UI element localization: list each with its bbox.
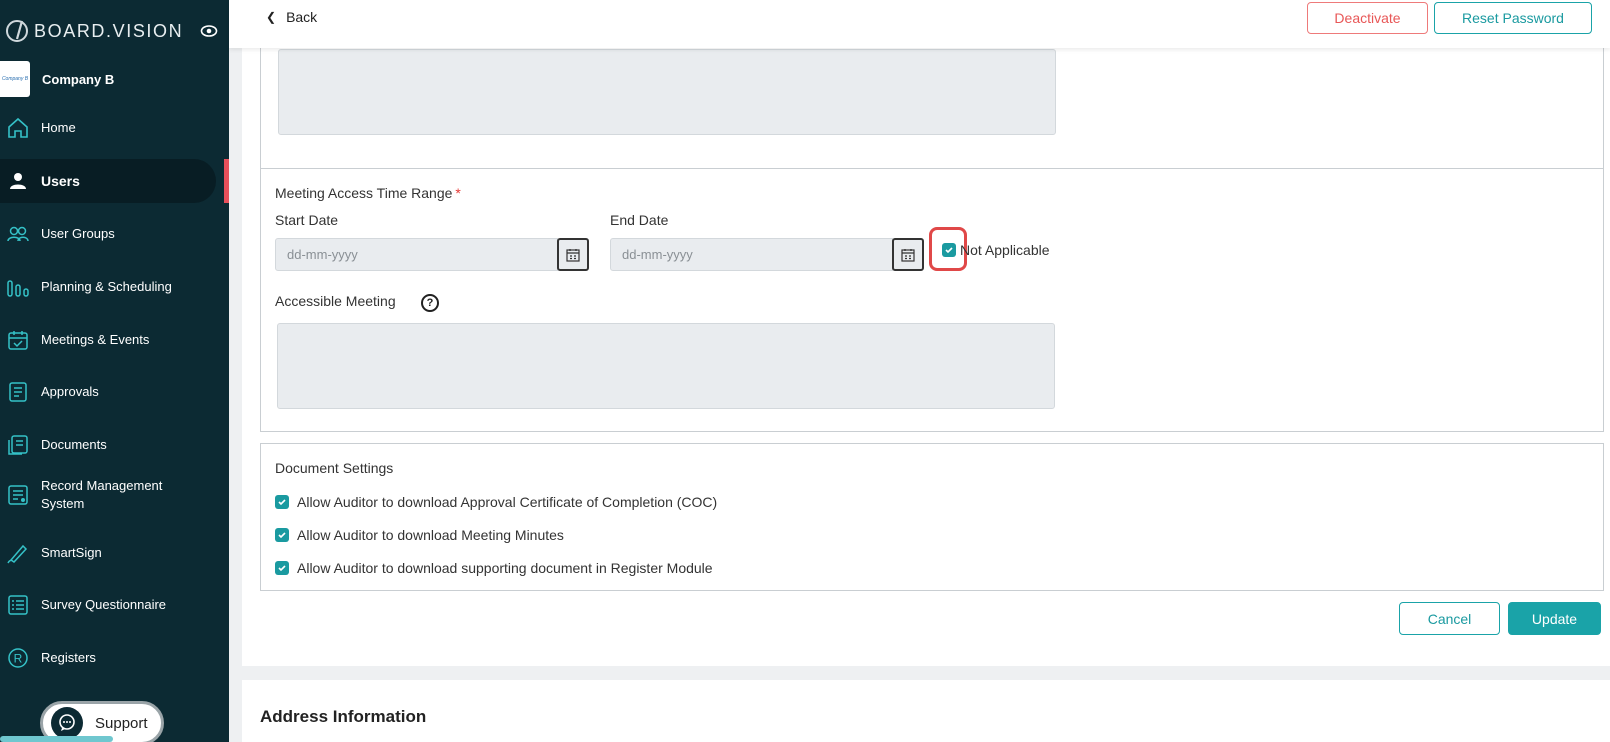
end-calendar-button[interactable] [892, 238, 924, 271]
calendar-icon [901, 248, 915, 262]
meeting-access-card: Meeting Access Time Range * Start Date En… [260, 168, 1604, 432]
brand[interactable]: BOARD.VISION [4, 18, 183, 44]
main-panel: Meeting Access Time Range * Start Date En… [242, 46, 1610, 666]
chevron-left-icon: ❮ [266, 10, 277, 24]
not-applicable-label: Not Applicable [960, 242, 1050, 258]
sidebar: BOARD.VISION Company B Company B Home Us… [0, 0, 229, 742]
documents-icon [6, 433, 30, 457]
survey-icon [6, 593, 30, 617]
start-calendar-button[interactable] [557, 238, 589, 271]
document-icon [6, 380, 30, 404]
document-settings-card: Document Settings Allow Auditor to downl… [260, 443, 1604, 591]
end-date-input[interactable]: dd-mm-yyyy [610, 238, 893, 271]
update-button[interactable]: Update [1508, 602, 1601, 635]
sidebar-item-label: Documents [41, 437, 107, 452]
allow-minutes-label: Allow Auditor to download Meeting Minute… [297, 527, 564, 543]
eye-toggle-icon[interactable] [200, 24, 218, 38]
accessible-meeting-textarea[interactable] [277, 323, 1055, 409]
sidebar-scrollbar[interactable] [0, 736, 113, 742]
support-label: Support [95, 714, 148, 732]
brand-name: BOARD.VISION [34, 20, 184, 41]
sidebar-item-label: Survey Questionnaire [41, 597, 167, 612]
sidebar-item-label: Record Management System [41, 478, 163, 511]
address-section: Address Information [242, 680, 1610, 742]
record-icon [6, 483, 30, 507]
company-switcher[interactable]: Company B Company B [0, 61, 114, 97]
help-icon[interactable]: ? [421, 294, 439, 312]
reset-password-button[interactable]: Reset Password [1434, 2, 1592, 34]
brand-logo-icon [6, 20, 28, 42]
allow-coc-label: Allow Auditor to download Approval Certi… [297, 494, 718, 510]
home-icon [6, 116, 30, 140]
sidebar-item-label: Registers [41, 650, 96, 665]
bar-chart-icon [6, 275, 30, 299]
calendar-check-icon [6, 328, 30, 352]
previous-textarea[interactable] [278, 49, 1056, 135]
user-groups-icon [6, 222, 30, 246]
top-header: ❮ Back Deactivate Reset Password [229, 0, 1610, 48]
back-label: Back [286, 9, 318, 25]
not-applicable-checkbox[interactable] [942, 243, 956, 257]
allow-supporting-doc-checkbox[interactable] [275, 561, 289, 575]
company-name: Company B [42, 71, 115, 87]
sidebar-item-label: Meetings & Events [41, 332, 150, 347]
back-button[interactable]: ❮ Back [266, 9, 317, 25]
svg-text:R: R [14, 652, 23, 666]
sidebar-item-label: SmartSign [41, 545, 102, 560]
allow-coc-checkbox[interactable] [275, 495, 289, 509]
start-date-input[interactable]: dd-mm-yyyy [275, 238, 558, 271]
chat-bubble-icon [51, 707, 83, 739]
sidebar-item-label: User Groups [41, 226, 115, 241]
address-title: Address Information [260, 707, 427, 726]
sidebar-item-label: Planning & Scheduling [41, 279, 172, 294]
document-settings-title: Document Settings [275, 460, 394, 476]
start-date-label: Start Date [275, 212, 339, 228]
sidebar-item-label: Home [41, 120, 76, 135]
allow-minutes-checkbox[interactable] [275, 528, 289, 542]
deactivate-button[interactable]: Deactivate [1307, 2, 1428, 34]
calendar-icon [566, 248, 580, 262]
allow-supporting-doc-label: Allow Auditor to download supporting doc… [297, 560, 713, 576]
end-date-label: End Date [610, 212, 669, 228]
meeting-access-title: Meeting Access Time Range * [275, 185, 461, 201]
user-icon [6, 169, 30, 193]
pen-icon [6, 541, 30, 565]
sidebar-item-label: Users [41, 173, 80, 189]
cancel-button[interactable]: Cancel [1399, 602, 1500, 635]
registered-icon: R [6, 646, 30, 670]
accessible-meeting-label: Accessible Meeting [275, 293, 396, 309]
sidebar-item-label: Approvals [41, 384, 99, 399]
company-logo: Company B [0, 61, 30, 97]
